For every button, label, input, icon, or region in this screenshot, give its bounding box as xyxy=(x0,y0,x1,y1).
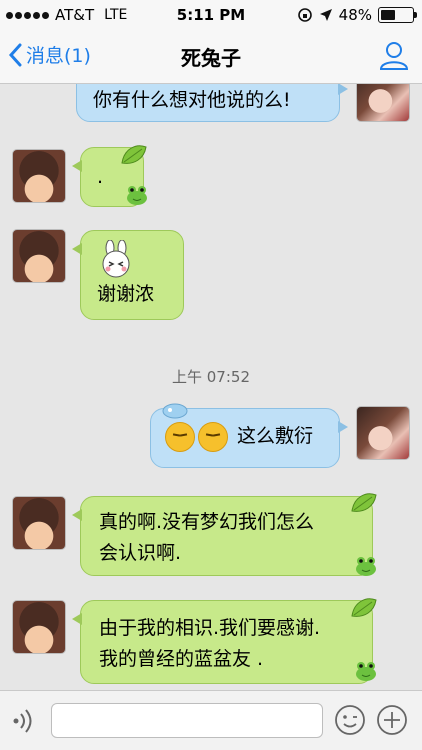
message-bubble-incoming[interactable]: 真的啊.没有梦幻我们怎么 会认识啊. xyxy=(72,496,373,576)
annoyed-face-icon xyxy=(165,421,195,452)
message-text-line: 会认识啊. xyxy=(99,542,182,564)
leaf-icon xyxy=(351,493,377,512)
message-text: 这么敷衍 xyxy=(237,425,314,447)
user-icon xyxy=(379,42,409,70)
input-bar xyxy=(0,690,422,750)
battery-percent: 48% xyxy=(338,6,372,24)
message-input[interactable] xyxy=(51,703,323,738)
location-icon xyxy=(319,9,332,21)
message-text: . xyxy=(97,166,104,188)
emoji-button[interactable] xyxy=(334,704,366,740)
message-timestamp: 上午 07:52 xyxy=(172,368,250,386)
voice-button[interactable] xyxy=(12,707,38,739)
smiley-icon xyxy=(335,705,365,735)
avatar-contact[interactable] xyxy=(12,229,66,283)
leaf-icon xyxy=(121,145,147,164)
frog-icon xyxy=(356,662,376,681)
message-text: 谢谢浓 xyxy=(97,283,155,305)
plus-button[interactable] xyxy=(376,704,408,740)
annoyed-face-icon xyxy=(198,421,228,452)
battery-icon xyxy=(378,7,417,23)
profile-button[interactable] xyxy=(378,39,410,75)
leaf-icon xyxy=(351,598,377,617)
avatar-contact[interactable] xyxy=(12,496,66,550)
message-bubble-incoming[interactable]: 由于我的相识.我们要感谢. 我的曾经的蓝盆友 . xyxy=(72,600,373,684)
message-text-line: 我的曾经的蓝盆友 . xyxy=(99,648,264,670)
status-bar: AT&T LTE 5:11 PM 48% xyxy=(0,0,422,30)
message-text-line: 由于我的相识.我们要感谢. xyxy=(99,617,321,639)
voice-icon xyxy=(13,709,32,733)
avatar-contact[interactable] xyxy=(12,600,66,654)
frog-icon xyxy=(127,186,147,205)
frog-icon xyxy=(356,557,376,576)
message-text-line: 真的啊.没有梦幻我们怎么 xyxy=(99,511,315,533)
bubble-decoration-icon xyxy=(162,403,188,419)
avatar-contact[interactable] xyxy=(12,149,66,203)
navigation-bar-overlay: 消息(1) 死兔子 xyxy=(0,30,422,84)
rotation-lock-icon xyxy=(297,8,312,22)
page-title: 死兔子 xyxy=(181,46,241,70)
avatar-self[interactable] xyxy=(356,406,410,460)
message-text: 你有什么想对他说的么! xyxy=(93,89,291,111)
bunny-face-icon xyxy=(102,240,130,278)
plus-icon xyxy=(377,705,407,735)
